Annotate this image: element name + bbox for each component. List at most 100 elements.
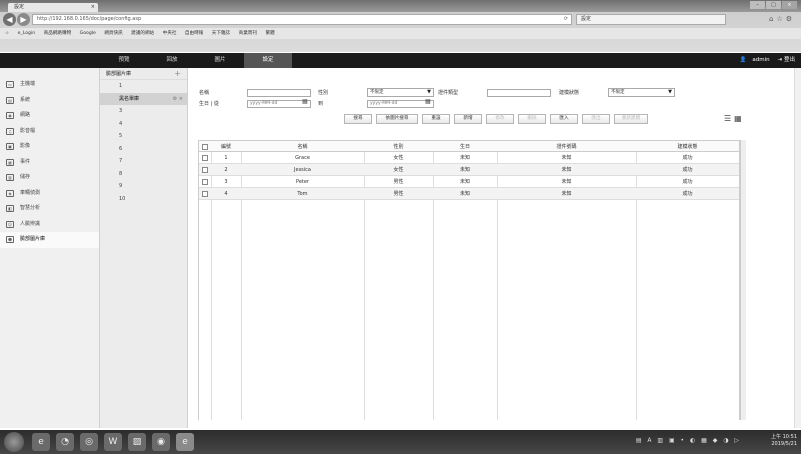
favorite-link[interactable]: 建議的網站 xyxy=(131,31,154,36)
url-text: http://192.168.0.165/doc/page/config.asp xyxy=(37,16,142,22)
taskbar-app-image-icon[interactable]: ▨ xyxy=(128,433,146,451)
library-item[interactable]: 9 xyxy=(100,180,187,193)
delete-button[interactable]: 刪除 xyxy=(518,114,546,124)
add-button[interactable]: 新增 xyxy=(454,114,482,124)
grid-view-icon[interactable]: ▦ xyxy=(734,114,745,123)
favorites-bar: ☆ e_Login 商品網路購物 Google 網頁快訊 建議的網站 中央社 自… xyxy=(0,28,801,39)
star-icon[interactable]: ☆ xyxy=(776,15,785,23)
favorite-link[interactable]: 商業周刊 xyxy=(239,31,257,36)
username[interactable]: admin xyxy=(752,57,769,63)
table-row[interactable]: 1 Grace 女性 未知 未知 成功 xyxy=(199,152,739,164)
reset-button[interactable]: 重設 xyxy=(422,114,450,124)
tab-preview[interactable]: 預覽 xyxy=(100,53,148,68)
page-tab[interactable]: 設定 xyxy=(576,14,726,25)
start-button[interactable] xyxy=(4,432,24,452)
sidebar-item-face[interactable]: ☺ 人臉辨識 xyxy=(0,217,99,233)
cell-model-status: 成功 xyxy=(682,191,693,197)
search-button[interactable]: 搜尋 xyxy=(344,114,372,124)
back-icon[interactable]: ◀ xyxy=(3,13,16,26)
favorite-link[interactable]: 商品網路購物 xyxy=(44,31,72,36)
cell-number: 4 xyxy=(224,191,228,197)
cell-gender: 男性 xyxy=(393,179,404,185)
row-checkbox[interactable] xyxy=(202,155,208,161)
tab-config[interactable]: 設定 xyxy=(244,53,292,68)
sidebar-item-image[interactable]: ▣ 影像 xyxy=(0,139,99,155)
system-tray[interactable]: ▤ A ▥ ▣ • ◐ ▦ ◆ ◑ ▷ xyxy=(636,437,741,444)
sidebar-item-vehicle[interactable]: ◈ 車輛偵測 xyxy=(0,186,99,202)
search-by-picture-button[interactable]: 依圖片搜尋 xyxy=(376,114,418,124)
table-row[interactable]: 4 Tom 男性 未知 未知 成功 xyxy=(199,188,739,200)
logout-icon[interactable]: ⇥ xyxy=(777,57,782,63)
taskbar-app-ie-icon[interactable]: e xyxy=(32,433,50,451)
library-item[interactable]: 5 xyxy=(100,130,187,143)
favorite-link[interactable]: 繁體 xyxy=(265,31,274,36)
taskbar-app-media-icon[interactable]: ◎ xyxy=(80,433,98,451)
select-all-checkbox[interactable] xyxy=(202,144,208,150)
library-item[interactable]: 10 xyxy=(100,193,187,206)
sidebar-item-event[interactable]: ▦ 事件 xyxy=(0,155,99,171)
library-item[interactable]: 4 xyxy=(100,118,187,131)
favorites-star-icon[interactable]: ☆ xyxy=(5,31,9,36)
model-status-select[interactable]: 不限定 ▼ xyxy=(608,88,675,97)
row-checkbox[interactable] xyxy=(202,191,208,197)
calendar-icon[interactable]: ▦ xyxy=(425,98,431,105)
taskbar-app-camera-icon[interactable]: ◉ xyxy=(152,433,170,451)
library-item[interactable]: 6 xyxy=(100,143,187,156)
refresh-icon[interactable]: ⟳ xyxy=(564,15,568,24)
table-scrollbar[interactable] xyxy=(740,140,746,420)
sidebar-item-network[interactable]: ◉ 網路 xyxy=(0,108,99,124)
gender-select[interactable]: 不限定 ▼ xyxy=(367,88,434,97)
id-number-input[interactable] xyxy=(487,89,551,97)
browser-tab[interactable]: 設定 × xyxy=(8,3,98,12)
list-view-icon[interactable]: ☰ xyxy=(724,114,734,123)
clock-date: 2019/5/21 xyxy=(771,441,797,447)
sidebar-item-storage[interactable]: ▥ 儲存 xyxy=(0,170,99,186)
import-button[interactable]: 匯入 xyxy=(550,114,578,124)
library-item-actions[interactable]: ⚙ × xyxy=(173,93,183,106)
library-item[interactable]: 3 xyxy=(100,105,187,118)
taskbar-app-word-icon[interactable]: W xyxy=(104,433,122,451)
name-input[interactable] xyxy=(247,89,311,97)
sidebar-item-system[interactable]: ▤ 系統 xyxy=(0,93,99,109)
library-item[interactable]: 8 xyxy=(100,168,187,181)
forward-icon[interactable]: ▶ xyxy=(17,13,30,26)
table-row[interactable]: 3 Peter 男性 未知 未知 成功 xyxy=(199,176,739,188)
remodel-button[interactable]: 重新建模 xyxy=(614,114,648,124)
minimize-icon[interactable]: – xyxy=(750,1,765,9)
cell-birthday: 未知 xyxy=(459,167,470,173)
address-bar[interactable]: http://192.168.0.165/doc/page/config.asp… xyxy=(32,14,572,25)
logout-link[interactable]: 登出 xyxy=(784,57,795,63)
add-library-icon[interactable]: + xyxy=(174,68,181,80)
favorite-link[interactable]: 中央社 xyxy=(163,31,177,36)
row-checkbox[interactable] xyxy=(202,167,208,173)
maximize-icon[interactable]: □ xyxy=(766,1,781,9)
sidebar-item-av[interactable]: ♫ 影音檔 xyxy=(0,124,99,140)
favorite-link[interactable]: 天下雜誌 xyxy=(212,31,230,36)
library-item[interactable]: 黑名單庫 ⚙ × xyxy=(100,92,187,106)
birth-to-input[interactable]: yyyy-MM-dd xyxy=(367,100,434,108)
clock[interactable]: 上午 10:51 2019/5/21 xyxy=(771,434,797,448)
favorite-link[interactable]: 網頁快訊 xyxy=(104,31,122,36)
sidebar-item-face-library[interactable]: ☻ 臉部圖片庫 xyxy=(0,232,99,248)
tab-picture[interactable]: 圖片 xyxy=(196,53,244,68)
sidebar-item-local[interactable]: ▭ 主機端 xyxy=(0,77,99,93)
tab-playback[interactable]: 回放 xyxy=(148,53,196,68)
table-row[interactable]: 2 Jessica 女性 未知 未知 成功 xyxy=(199,164,739,176)
favorite-link[interactable]: Google xyxy=(80,31,96,36)
library-item[interactable]: 1 xyxy=(100,80,187,93)
page-scrollbar[interactable] xyxy=(794,68,801,428)
row-checkbox[interactable] xyxy=(202,179,208,185)
favorite-link[interactable]: 自由時報 xyxy=(185,31,203,36)
taskbar-app-ie-active-icon[interactable]: e xyxy=(176,433,194,451)
calendar-icon[interactable]: ▦ xyxy=(302,98,308,105)
library-item[interactable]: 7 xyxy=(100,155,187,168)
modify-button[interactable]: 修改 xyxy=(486,114,514,124)
export-button[interactable]: 匯出 xyxy=(582,114,610,124)
sidebar-item-analysis[interactable]: ◧ 智慧分析 xyxy=(0,201,99,217)
taskbar-app-chrome-icon[interactable]: ◔ xyxy=(56,433,74,451)
gear-icon[interactable]: ⚙ xyxy=(786,15,795,23)
favorite-link[interactable]: e_Login xyxy=(18,31,36,36)
window-close-icon[interactable]: × xyxy=(782,1,797,9)
tab-close-icon[interactable]: × xyxy=(91,3,95,12)
